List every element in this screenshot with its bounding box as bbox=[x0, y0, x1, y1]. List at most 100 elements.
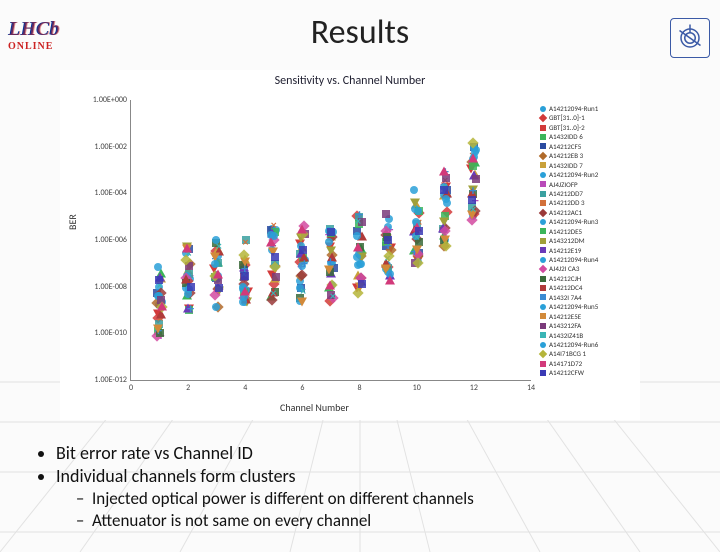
bullet-item: Individual channels form clusters bbox=[56, 465, 474, 487]
legend-item: A1432IZ41B bbox=[540, 331, 636, 340]
chart-point bbox=[358, 280, 366, 288]
chart-xtick: 2 bbox=[186, 380, 190, 393]
chart-point bbox=[215, 284, 223, 292]
legend-item: GBT[31..0]-1 bbox=[540, 113, 636, 122]
chart-point bbox=[241, 272, 249, 280]
chart-point: × bbox=[330, 293, 336, 301]
chart-point: × bbox=[270, 290, 276, 298]
legend-item: GBT[31..0]-2 bbox=[540, 123, 636, 132]
chart-point bbox=[439, 166, 449, 175]
bullet-item: Bit error rate vs Channel ID bbox=[56, 442, 474, 464]
legend-label: A143212FA bbox=[549, 321, 581, 330]
chart-point bbox=[357, 260, 365, 268]
chart-xtick: 10 bbox=[413, 380, 421, 393]
chart-point bbox=[327, 228, 335, 236]
chart-point bbox=[353, 232, 361, 240]
legend-label: A14212DE5 bbox=[549, 227, 582, 236]
chart-point bbox=[325, 281, 335, 290]
chart-xlabel: Channel Number bbox=[280, 401, 349, 414]
chart-ytick: 1.00E-010 bbox=[94, 328, 131, 338]
legend-label: A1432IDD 7 bbox=[549, 161, 583, 170]
legend-item: A14212CJH bbox=[540, 274, 636, 283]
legend-item: A14212DC4 bbox=[540, 283, 636, 292]
legend-marker-icon bbox=[540, 181, 546, 187]
chart-ytick: 1.00E+000 bbox=[93, 95, 131, 105]
legend-marker-icon bbox=[540, 247, 546, 253]
legend-item: A143212DM bbox=[540, 236, 636, 245]
legend-label: GBT[31..0]-1 bbox=[549, 113, 585, 122]
legend-marker-icon bbox=[540, 370, 546, 376]
chart-point bbox=[324, 265, 334, 274]
chart-point bbox=[212, 303, 220, 311]
chart-point: + bbox=[187, 305, 194, 313]
chart-point: × bbox=[470, 206, 476, 214]
chart-xtick: 14 bbox=[527, 380, 535, 393]
legend-marker-icon bbox=[540, 125, 546, 131]
legend-label: A14212094-Run1 bbox=[549, 104, 598, 113]
chart-point bbox=[187, 283, 195, 291]
legend-item: A14212094-Run6 bbox=[540, 340, 636, 349]
chart-panel: Sensitivity vs. Channel Number BER Chann… bbox=[60, 70, 640, 420]
legend-marker-icon bbox=[540, 143, 546, 149]
chart-ytick: 1.00E-012 bbox=[94, 375, 131, 385]
chart-title: Sensitivity vs. Channel Number bbox=[60, 74, 640, 88]
cern-logo bbox=[670, 18, 710, 58]
legend-marker-icon bbox=[540, 304, 546, 310]
chart-point bbox=[271, 253, 279, 261]
legend-marker-icon bbox=[540, 162, 546, 168]
sub-bullet-item: Injected optical power is different on d… bbox=[92, 488, 474, 509]
legend-item: A14212AC1 bbox=[540, 208, 636, 217]
legend-label: A14I71BCG 1 bbox=[549, 349, 586, 358]
legend-marker-icon bbox=[540, 342, 546, 348]
chart-point bbox=[468, 196, 476, 204]
legend-label: A14212CFW bbox=[549, 368, 584, 377]
chart-point bbox=[154, 263, 162, 271]
chart-point bbox=[153, 324, 163, 333]
chart-point bbox=[325, 238, 333, 246]
chart-xtick: 6 bbox=[300, 380, 304, 393]
legend-label: AJ4J2I CA3 bbox=[549, 264, 579, 273]
chart-point bbox=[385, 275, 395, 284]
legend-item: AJ4J2I CA3 bbox=[540, 264, 636, 273]
legend-label: A14212DD 3 bbox=[549, 198, 585, 207]
legend-label: A14212CJH bbox=[549, 274, 581, 283]
legend-label: A14212094-Run3 bbox=[549, 217, 598, 226]
chart-point bbox=[299, 246, 307, 254]
chart-point bbox=[353, 242, 363, 251]
legend-item: A14212CFW bbox=[540, 368, 636, 377]
legend-label: A143212DM bbox=[549, 236, 585, 245]
chart-point bbox=[469, 162, 477, 170]
legend-item: A14212094-Run4 bbox=[540, 255, 636, 264]
chart-ytick: 1.00E-008 bbox=[94, 282, 131, 292]
chart-point bbox=[410, 199, 420, 208]
chart-point bbox=[382, 210, 390, 218]
chart-point: × bbox=[216, 243, 222, 251]
chart-plot-area: 1.00E+0001.00E-0021.00E-0041.00E-0061.00… bbox=[130, 100, 531, 381]
legend-label: A14212094-Run4 bbox=[549, 255, 598, 264]
bullet-list: Bit error rate vs Channel ID Individual … bbox=[34, 441, 474, 532]
legend-label: A1432IZ41B bbox=[549, 331, 583, 340]
lhcb-logo: LHCb LHCb ONLINE bbox=[8, 20, 59, 51]
legend-marker-icon bbox=[540, 228, 546, 234]
chart-xtick: 4 bbox=[243, 380, 247, 393]
chart-ylabel: BER bbox=[66, 214, 79, 230]
legend-marker-icon bbox=[540, 238, 546, 244]
legend-marker-icon bbox=[540, 361, 546, 367]
chart-point: × bbox=[414, 234, 420, 242]
legend-label: A14212DD7 bbox=[549, 189, 583, 198]
chart-point bbox=[415, 227, 423, 235]
chart-point bbox=[440, 186, 448, 194]
legend-label: A14212094-Run2 bbox=[549, 170, 598, 179]
legend-item: A14212DD 3 bbox=[540, 198, 636, 207]
legend-label: A14212AC1 bbox=[549, 208, 582, 217]
legend-marker-icon bbox=[540, 219, 546, 225]
chart-point bbox=[410, 186, 418, 194]
legend-item: A14212EB 3 bbox=[540, 151, 636, 160]
legend-item: A14I71BCG 1 bbox=[540, 349, 636, 358]
legend-item: A14212094-Run5 bbox=[540, 302, 636, 311]
chart-point bbox=[155, 276, 163, 284]
legend-item: A14212E5E bbox=[540, 312, 636, 321]
legend-label: GBT[31..0]-2 bbox=[549, 123, 585, 132]
chart-point bbox=[213, 270, 223, 279]
legend-marker-icon bbox=[540, 285, 546, 291]
